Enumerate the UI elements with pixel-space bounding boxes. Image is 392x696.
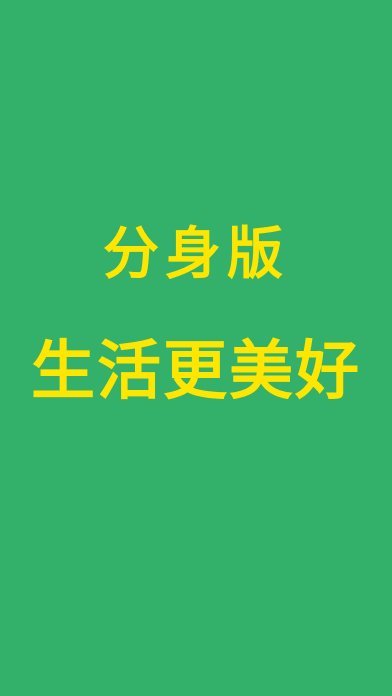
splash-screen: 分身版 生活更美好 — [0, 0, 392, 696]
splash-slogan: 生活更美好 — [31, 334, 361, 409]
splash-title: 分身版 — [103, 221, 289, 287]
